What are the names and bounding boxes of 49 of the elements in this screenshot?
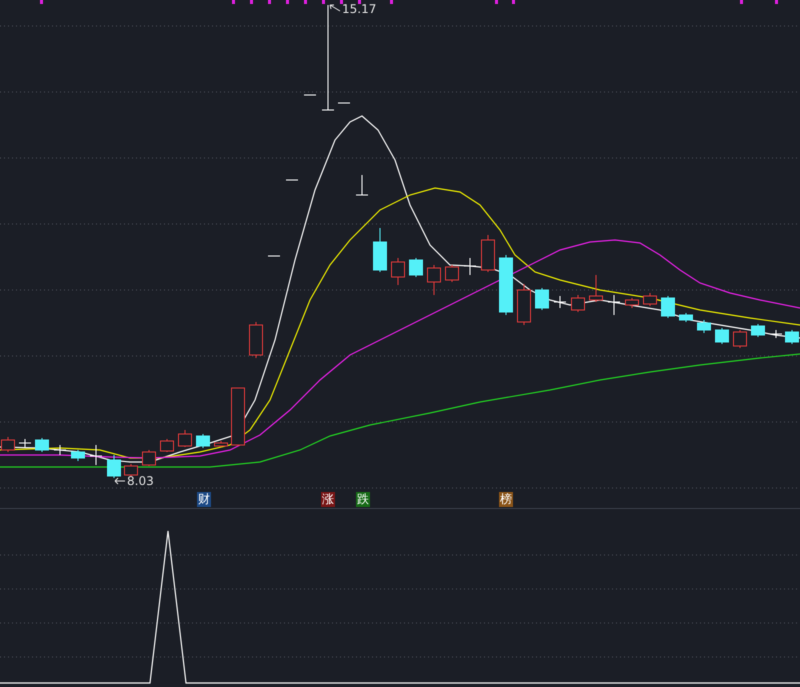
event-badge[interactable]: 涨 <box>321 492 335 507</box>
candlestick <box>71 450 85 462</box>
candlestick <box>481 234 495 272</box>
candlestick <box>608 294 620 316</box>
candlestick <box>661 296 675 318</box>
candlestick <box>124 464 138 478</box>
candlestick <box>571 294 585 312</box>
candlestick <box>535 288 549 310</box>
candlestick <box>733 330 747 348</box>
candlestick <box>54 444 66 456</box>
candlestick <box>249 322 263 358</box>
candlestick <box>142 450 156 466</box>
candlestick <box>554 296 566 308</box>
candlestick <box>214 440 228 448</box>
candlestick <box>178 430 192 448</box>
candlestick <box>160 438 174 452</box>
arrow-icon <box>114 477 126 485</box>
event-badge[interactable]: 跌 <box>356 492 370 507</box>
candlestick <box>304 94 316 96</box>
candlestick <box>517 284 531 326</box>
candlestick <box>589 274 603 302</box>
candlestick <box>445 264 459 282</box>
candlestick <box>391 258 405 286</box>
candlestick <box>356 174 368 196</box>
candlestick <box>409 258 423 278</box>
arrow-icon <box>329 4 341 14</box>
event-badge[interactable]: 财 <box>197 492 211 507</box>
candlestick <box>18 438 32 448</box>
candlestick <box>770 330 782 338</box>
event-badge[interactable]: 榜 <box>499 492 513 507</box>
candlestick <box>338 102 350 104</box>
candlestick <box>643 292 657 306</box>
candlestick <box>499 254 513 316</box>
candlestick <box>35 438 49 452</box>
candlestick <box>427 264 441 296</box>
candlestick <box>625 298 639 308</box>
candlestick <box>196 434 210 448</box>
candlestick <box>373 228 387 272</box>
candlestick <box>679 312 693 322</box>
candlestick <box>107 454 121 478</box>
candlestick <box>697 320 711 334</box>
candlestick <box>715 328 729 344</box>
candlestick <box>751 324 765 338</box>
candlestick <box>90 444 102 466</box>
candlestick <box>785 330 799 344</box>
candlestick <box>464 258 476 276</box>
low-price-label: 8.03 <box>127 474 154 488</box>
candlestick <box>231 388 245 446</box>
high-price-label: 15.17 <box>342 2 376 16</box>
